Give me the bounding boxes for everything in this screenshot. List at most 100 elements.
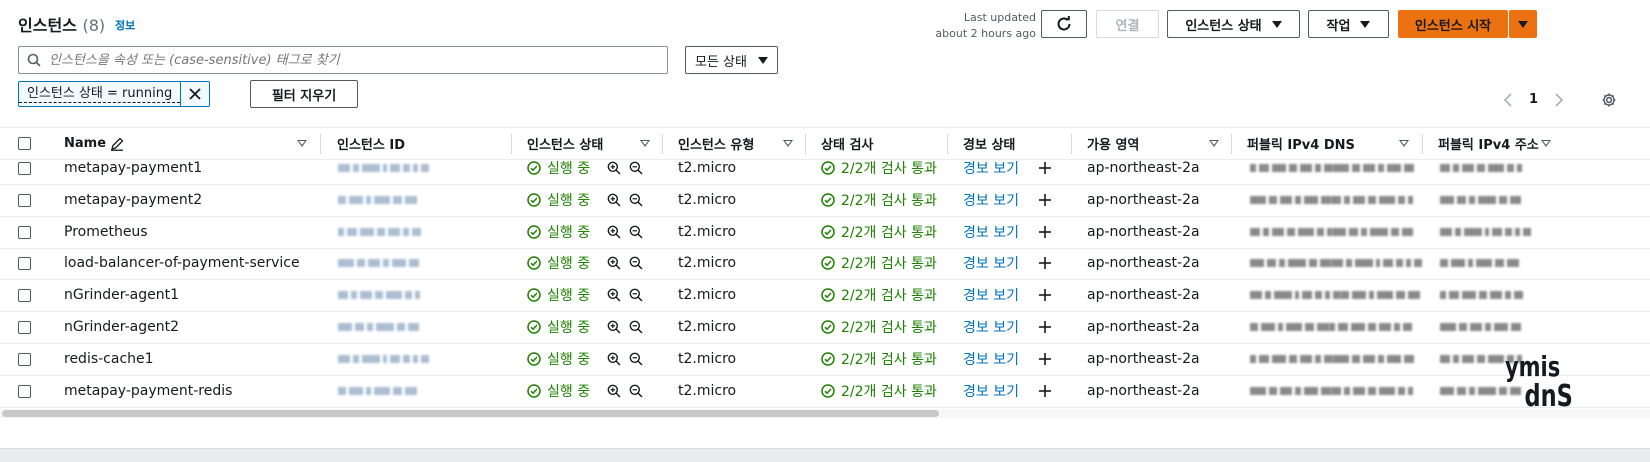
zoom-out-icon[interactable] [629, 352, 643, 366]
remove-filter-button[interactable] [180, 82, 209, 106]
actions-button[interactable]: 작업 [1308, 10, 1389, 38]
table-row[interactable]: metapay-payment2 실행 중 t2.micro 2/2개 검사 통과 경보… [0, 184, 1650, 217]
column-divider[interactable] [805, 134, 806, 154]
zoom-in-icon[interactable] [607, 320, 621, 334]
row-checkbox[interactable] [18, 193, 31, 207]
add-alarm-button[interactable] [1038, 184, 1052, 216]
row-checkbox[interactable] [18, 162, 31, 175]
add-alarm-button[interactable] [1038, 375, 1052, 407]
clear-filters-button[interactable]: 필터 지우기 [250, 80, 358, 108]
zoom-out-icon[interactable] [629, 161, 643, 175]
table-row[interactable]: redis-cache1 실행 중 t2.micro 2/2개 검사 통과 경보 보기 a… [0, 343, 1650, 376]
view-alarms-link[interactable]: 경보 보기 [963, 311, 1019, 343]
instance-id-link[interactable] [338, 184, 417, 216]
view-alarms-link[interactable]: 경보 보기 [963, 247, 1019, 279]
zoom-out-icon[interactable] [629, 384, 643, 398]
instance-state-button-label: 인스턴스 상태 [1185, 18, 1262, 34]
column-divider[interactable] [947, 134, 948, 154]
view-alarms-link[interactable]: 경보 보기 [963, 152, 1019, 184]
instance-id-link[interactable] [338, 247, 419, 279]
instance-state-label: 실행 중 [547, 383, 591, 400]
redacted-value [1331, 259, 1422, 268]
instance-id-link[interactable] [338, 152, 429, 184]
public-ip [1440, 184, 1521, 216]
zoom-in-icon[interactable] [607, 225, 621, 239]
zoom-in-icon[interactable] [607, 384, 621, 398]
instance-type: t2.micro [678, 319, 737, 335]
zoom-in-icon[interactable] [607, 352, 621, 366]
info-link[interactable]: 정보 [115, 17, 135, 33]
row-checkbox[interactable] [18, 352, 31, 366]
zoom-out-icon[interactable] [629, 288, 643, 302]
select-all-checkbox[interactable] [18, 137, 31, 150]
row-checkbox[interactable] [18, 321, 31, 334]
page-number[interactable]: 1 [1529, 92, 1538, 107]
instance-id-link[interactable] [338, 279, 420, 311]
instance-id-link[interactable] [338, 375, 417, 407]
chevron-left-icon[interactable] [1503, 92, 1513, 107]
view-alarms-link[interactable]: 경보 보기 [963, 375, 1019, 407]
view-alarms-link[interactable]: 경보 보기 [963, 216, 1019, 248]
column-divider[interactable] [662, 134, 663, 154]
row-checkbox[interactable] [18, 257, 31, 271]
instance-id-link[interactable] [338, 343, 429, 375]
launch-instances-dropdown[interactable] [1509, 10, 1537, 38]
column-divider[interactable] [1231, 134, 1232, 154]
redacted-value [1333, 354, 1414, 363]
column-divider[interactable] [1071, 134, 1072, 154]
availability-zone: ap-northeast-2a [1087, 160, 1200, 176]
zoom-out-icon[interactable] [629, 225, 643, 239]
zoom-in-icon[interactable] [607, 288, 621, 302]
chevron-right-icon[interactable] [1554, 92, 1564, 107]
add-alarm-button[interactable] [1038, 247, 1052, 279]
caret-down-icon [1271, 20, 1282, 28]
zoom-out-icon[interactable] [629, 320, 643, 334]
row-checkbox[interactable] [18, 384, 31, 398]
state-filter-actions [607, 375, 643, 407]
search-input[interactable] [49, 52, 649, 68]
row-checkbox[interactable] [18, 289, 31, 303]
check-circle-icon [821, 161, 835, 175]
table-row[interactable]: metapay-payment-redis 실행 중 t2.micro 2/2개 검사… [0, 375, 1650, 408]
connect-button[interactable]: 연결 [1096, 10, 1159, 38]
view-alarms-link[interactable]: 경보 보기 [963, 184, 1019, 216]
refresh-button[interactable] [1041, 10, 1087, 38]
check-circle-icon [527, 256, 541, 271]
search-box[interactable] [18, 46, 668, 74]
table-row[interactable]: nGrinder-agent1 실행 중 t2.micro 2/2개 검사 통과 경보 … [0, 279, 1650, 313]
add-alarm-button[interactable] [1038, 279, 1052, 311]
zoom-in-icon[interactable] [607, 161, 621, 175]
column-divider[interactable] [1422, 134, 1423, 154]
filter-token-label[interactable]: 인스턴스 상태 = running [19, 86, 181, 103]
add-alarm-button[interactable] [1038, 152, 1052, 184]
bottom-split-bar[interactable] [0, 448, 1650, 462]
view-alarms-link[interactable]: 경보 보기 [963, 279, 1019, 311]
view-alarms-link[interactable]: 경보 보기 [963, 343, 1019, 375]
close-icon [189, 88, 201, 100]
zoom-out-icon[interactable] [629, 193, 643, 207]
add-alarm-button[interactable] [1038, 311, 1052, 343]
table-row[interactable]: load-balancer-of-payment-service 실행 중 t2.m… [0, 247, 1650, 281]
row-checkbox[interactable] [18, 225, 31, 239]
column-divider[interactable] [511, 134, 512, 154]
table-row[interactable]: nGrinder-agent2 실행 중 t2.micro 2/2개 검사 통과 경보 … [0, 311, 1650, 344]
instance-id-link[interactable] [338, 216, 421, 248]
table-row[interactable]: Prometheus 실행 중 t2.micro 2/2개 검사 통과 경보 보기 ap-… [0, 216, 1650, 249]
launch-instances-button[interactable]: 인스턴스 시작 [1398, 10, 1508, 38]
column-divider[interactable] [320, 134, 321, 154]
table-row[interactable]: metapay-payment1 실행 중 t2.micro 2/2개 검사 통과 경보… [0, 152, 1650, 185]
zoom-in-icon[interactable] [607, 256, 621, 270]
status-check-label: 2/2개 검사 통과 [841, 192, 937, 209]
instance-id-link[interactable] [338, 311, 419, 343]
instance-state-button[interactable]: 인스턴스 상태 [1167, 10, 1300, 38]
zoom-in-icon[interactable] [607, 193, 621, 207]
state-filter-select[interactable]: 모든 상태 [685, 46, 778, 74]
gear-icon[interactable] [1601, 92, 1617, 108]
zoom-out-icon[interactable] [629, 256, 643, 270]
instance-name: metapay-payment2 [64, 191, 203, 208]
add-alarm-button[interactable] [1038, 216, 1052, 248]
state-filter-actions [607, 247, 643, 279]
plus-icon [1039, 162, 1051, 174]
add-alarm-button[interactable] [1038, 343, 1052, 375]
scrollbar-thumb[interactable] [2, 410, 939, 417]
